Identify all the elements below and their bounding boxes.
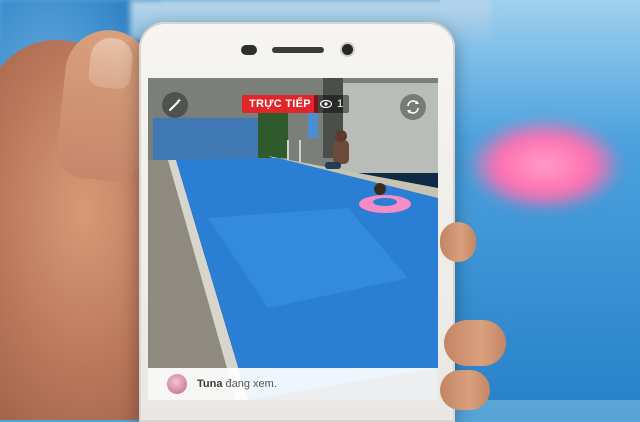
switch-camera-button[interactable] (400, 94, 426, 120)
pool-scene (148, 78, 438, 400)
viewer-count: 1 (337, 98, 344, 110)
person-shorts (325, 162, 341, 169)
plants (258, 108, 288, 158)
thumb-nail (87, 35, 135, 91)
viewer-count-badge: 1 (314, 95, 350, 113)
finger-2 (444, 320, 506, 366)
comment-bar: Tuna đang xem. (148, 368, 438, 400)
mosaic-wall (153, 118, 258, 163)
finger-1 (440, 222, 476, 262)
finger-3 (440, 370, 490, 410)
eye-icon (320, 100, 332, 108)
magic-wand-button[interactable] (162, 92, 188, 118)
float-hole (373, 198, 397, 206)
comment: Tuna đang xem. (197, 378, 277, 390)
front-camera (342, 44, 353, 55)
person-head (335, 130, 347, 142)
child-head (374, 183, 386, 195)
phone-screen: TRỰC TIẾP 1 Tuna đang xem. (148, 78, 438, 400)
background-pink-float (470, 120, 620, 210)
live-badge: TRỰC TIẾP (242, 95, 318, 113)
person-standing (308, 113, 318, 138)
person-sitting (333, 140, 349, 164)
earpiece (272, 47, 324, 53)
comment-message: đang xem. (225, 378, 277, 390)
switch-camera-icon (407, 100, 419, 114)
avatar (167, 374, 187, 394)
building-right (338, 83, 438, 173)
front-sensor (241, 45, 257, 55)
magic-wand-icon (169, 98, 182, 111)
comment-user: Tuna (197, 378, 223, 390)
